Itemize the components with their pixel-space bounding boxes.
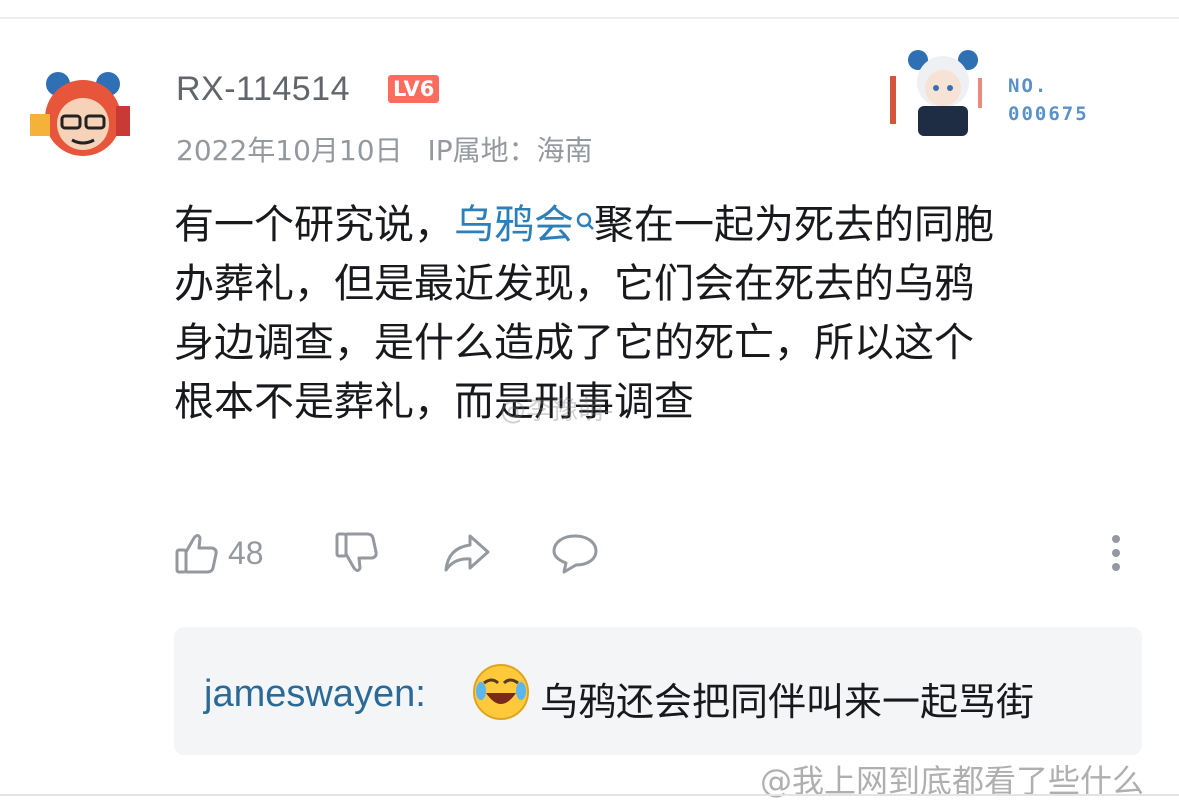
watermark-middle: @李豫萌-: [500, 396, 614, 426]
top-divider: [0, 17, 1179, 19]
comment-date: 2022年10月10日: [176, 134, 403, 167]
ip-location: IP属地：海南: [427, 134, 593, 167]
comment-username[interactable]: RX-114514: [176, 70, 350, 109]
action-bar: 48: [174, 530, 1134, 590]
search-icon: [576, 212, 594, 237]
fan-badge-label: NO.: [1008, 75, 1049, 97]
reply-username[interactable]: jameswayen:: [204, 673, 426, 716]
comment-line: 办葬礼，但是最近发现，它们会在死去的乌鸦: [174, 261, 974, 307]
dislike-button[interactable]: [334, 530, 380, 576]
comment-line-text: 聚在一起为死去的同胞: [594, 202, 994, 248]
share-button[interactable]: [442, 530, 492, 576]
more-options-button[interactable]: [1108, 530, 1124, 576]
laughing-crying-emoji-icon: [472, 663, 530, 721]
reply-text: 乌鸦还会把同伴叫来一起骂街: [540, 680, 1035, 724]
comment-meta: 2022年10月10日 IP属地：海南: [176, 129, 609, 169]
share-icon: [442, 530, 492, 576]
fan-badge-image: [880, 38, 998, 138]
user-avatar[interactable]: [28, 66, 136, 164]
reply-button[interactable]: [550, 530, 600, 576]
bottom-divider: [0, 794, 1179, 796]
like-count: 48: [228, 534, 264, 571]
more-vertical-icon: [1108, 530, 1124, 576]
fan-badge-digits: 000675: [1008, 103, 1089, 125]
comment-bubble-icon: [550, 530, 600, 576]
comment-line-text: 有一个研究说，: [174, 202, 454, 248]
comment-line: 根本不是葬礼，而是刑事调查: [174, 379, 694, 425]
fan-badge-number: NO. 000675: [1008, 72, 1089, 128]
reply-preview[interactable]: jameswayen: 乌鸦还会把同伴叫来一起骂街: [174, 627, 1142, 755]
comment-body: 有一个研究说，乌鸦会 聚在一起为死去的同胞 办葬礼，但是最近发现，它们会在死去的乌…: [174, 196, 1134, 432]
like-button[interactable]: 48: [174, 530, 264, 576]
thumbs-up-icon: [174, 530, 220, 576]
thumbs-down-icon: [334, 530, 380, 576]
level-badge: LV6: [388, 75, 440, 103]
comment-line: 有一个研究说，乌鸦会 聚在一起为死去的同胞: [174, 196, 1134, 255]
comment-line: 身边调查，是什么造成了它的死亡，所以这个: [174, 320, 974, 366]
topic-link-text[interactable]: 乌鸦会: [454, 202, 574, 248]
topic-link[interactable]: 乌鸦会: [454, 202, 594, 248]
